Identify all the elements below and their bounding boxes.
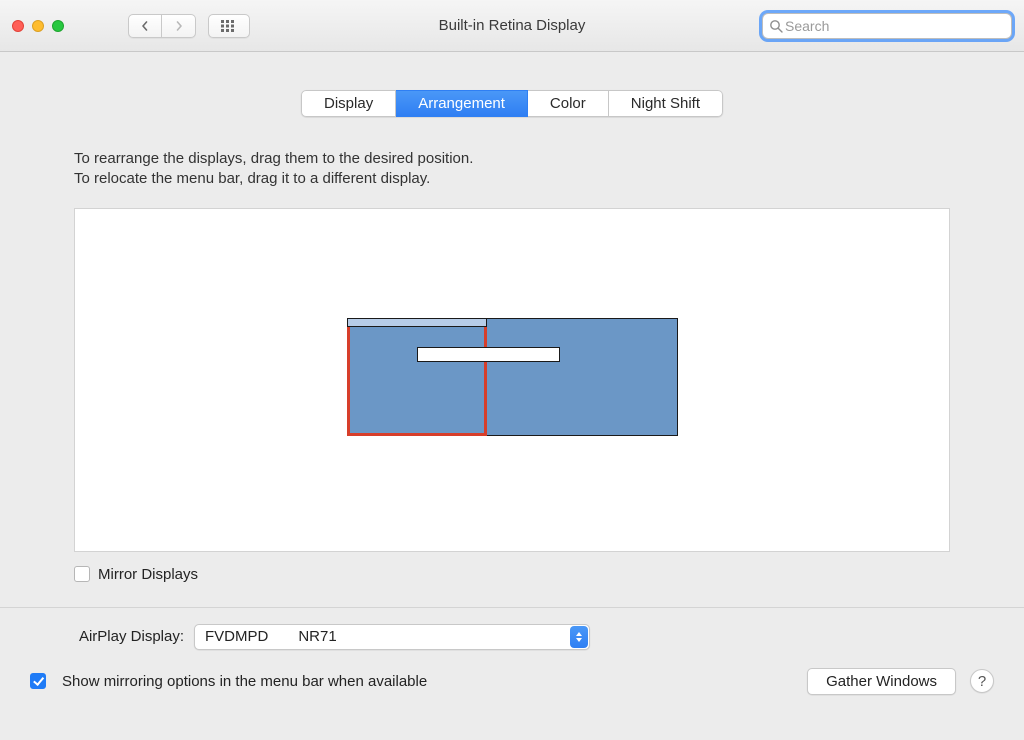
tab-night-shift[interactable]: Night Shift [609,90,723,117]
mirror-label: Mirror Displays [98,566,198,583]
arrangement-canvas[interactable] [74,208,950,552]
gather-windows-button[interactable]: Gather Windows [807,668,956,695]
divider [0,607,1024,608]
airplay-label: AirPlay Display: [30,628,194,645]
display-primary[interactable] [347,324,487,436]
titlebar: Built-in Retina Display [0,0,1024,52]
chevron-left-icon [140,21,150,31]
instructions-line1: To rearrange the displays, drag them to … [74,149,950,169]
help-button[interactable]: ? [970,669,994,693]
nav-segment [128,14,196,38]
display-secondary[interactable] [482,318,678,436]
instructions: To rearrange the displays, drag them to … [30,103,994,198]
menu-bar-handle[interactable] [347,318,487,327]
forward-button[interactable] [162,14,196,38]
show-mirroring-label: Show mirroring options in the menu bar w… [62,673,427,690]
tab-segment: Display Arrangement Color Night Shift [301,90,723,117]
tab-arrangement[interactable]: Arrangement [396,90,528,117]
toolbar [128,14,250,38]
airplay-popup[interactable]: FVDMPD NR71 [194,624,590,650]
show-all-button[interactable] [208,14,250,38]
grid-icon [221,20,237,32]
drag-tooltip [417,347,560,362]
instructions-line2: To relocate the menu bar, drag it to a d… [74,169,950,189]
zoom-window-button[interactable] [52,20,64,32]
close-window-button[interactable] [12,20,24,32]
window-controls [12,20,64,32]
mirror-row: Mirror Displays [74,566,950,583]
search-input[interactable] [783,17,1005,35]
tab-color[interactable]: Color [528,90,609,117]
last-row: Show mirroring options in the menu bar w… [30,668,994,695]
search-wrap [762,13,1012,39]
airplay-row: AirPlay Display: FVDMPD NR71 [30,624,994,650]
mirror-checkbox[interactable] [74,566,90,582]
search-icon [769,19,783,33]
popup-arrows-icon [570,626,588,648]
tab-display[interactable]: Display [301,90,396,117]
minimize-window-button[interactable] [32,20,44,32]
airplay-value: FVDMPD NR71 [205,628,337,645]
back-button[interactable] [128,14,162,38]
chevron-right-icon [174,21,184,31]
search-field[interactable] [762,13,1012,39]
tab-panel: To rearrange the displays, drag them to … [30,103,994,583]
bottom-section: AirPlay Display: FVDMPD NR71 Show mirror… [0,624,1024,711]
show-mirroring-checkbox[interactable] [30,673,46,689]
